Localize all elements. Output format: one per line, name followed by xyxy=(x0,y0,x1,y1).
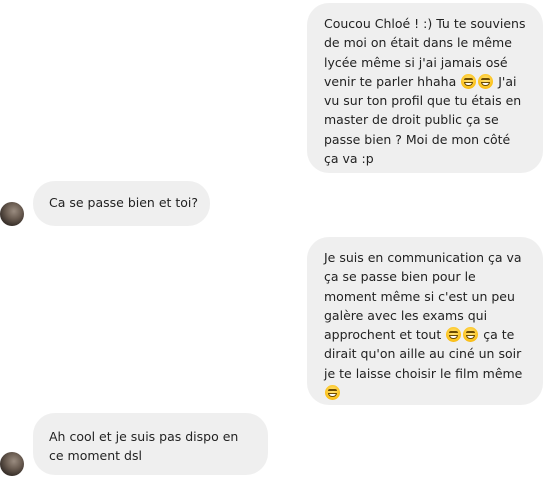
outgoing-message-bubble[interactable]: Je suis en communication ça va ça se pas… xyxy=(307,237,543,405)
incoming-message-bubble[interactable]: Ca se passe bien et toi? xyxy=(33,181,210,226)
laughing-emoji-icon xyxy=(325,385,340,401)
laughing-emoji-icon xyxy=(478,73,494,89)
message-text: Ca se passe bien et toi? xyxy=(49,195,199,210)
message-text: Ah cool et je suis pas dispo en ce momen… xyxy=(49,429,239,464)
contact-avatar[interactable] xyxy=(0,202,24,226)
incoming-message-bubble[interactable]: Ah cool et je suis pas dispo en ce momen… xyxy=(33,413,268,475)
laughing-emoji-icon xyxy=(461,73,477,89)
outgoing-message-bubble[interactable]: Coucou Chloé ! :) Tu te souviens de moi … xyxy=(307,3,543,173)
laughing-emoji-icon xyxy=(446,327,462,343)
laughing-emoji-icon xyxy=(463,327,479,343)
contact-avatar[interactable] xyxy=(0,452,24,476)
